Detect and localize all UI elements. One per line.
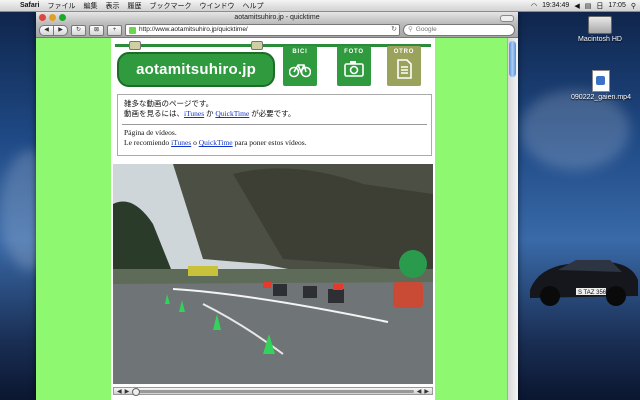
- es-text: para poner estos vídeos.: [232, 138, 307, 147]
- search-icon: ⚲: [408, 26, 413, 33]
- camera-icon: [344, 61, 364, 77]
- jp-text: 動画を見るには、: [124, 109, 184, 118]
- nav-foto[interactable]: FOTO: [333, 46, 375, 86]
- nav-label: OTRO: [393, 49, 415, 55]
- video-controls: ◀ ▶ ◀ ▶: [113, 387, 433, 396]
- plus-icon: +: [112, 26, 117, 33]
- search-field[interactable]: ⚲: [403, 24, 515, 36]
- spanish-notice: Página de vídeos. Le recomiendo iTunes o…: [124, 128, 307, 148]
- add-bookmark-button[interactable]: +: [107, 24, 122, 36]
- playhead[interactable]: [132, 387, 141, 396]
- es-line-1: Página de vídeos.: [124, 128, 177, 137]
- nav-label: FOTO: [344, 49, 364, 55]
- menu-file[interactable]: ファイル: [43, 1, 79, 11]
- snapback-button[interactable]: ⊠: [89, 24, 104, 36]
- site-logo-link[interactable]: aotamitsuhiro.jp: [117, 52, 275, 87]
- quicktime-link[interactable]: QuickTime: [215, 109, 249, 118]
- menu-history[interactable]: 履歴: [123, 1, 145, 11]
- itunes-link[interactable]: iTunes: [184, 109, 204, 118]
- site-favicon-icon: [129, 26, 136, 34]
- license-plate: S TAZ 356: [578, 290, 607, 296]
- progress-track[interactable]: [132, 387, 414, 396]
- rail-hook: [129, 41, 141, 50]
- page-content: aotamitsuhiro.jp BICI FOTO OTRO 雑多な動画のペー…: [111, 38, 435, 400]
- web-page: aotamitsuhiro.jp BICI FOTO OTRO 雑多な動画のペー…: [36, 38, 508, 400]
- itunes-link[interactable]: iTunes: [171, 138, 191, 147]
- es-text: Le recomiendo: [124, 138, 172, 147]
- wifi-icon[interactable]: ◠: [531, 2, 537, 10]
- play-icon[interactable]: ▶: [125, 388, 130, 395]
- jp-text: か: [204, 109, 216, 118]
- menu-window[interactable]: ウインドウ: [195, 1, 238, 11]
- menu-view[interactable]: 表示: [101, 1, 123, 11]
- forward-button[interactable]: ▶: [54, 24, 68, 36]
- rail-hook: [251, 41, 263, 50]
- back-button[interactable]: ◀: [39, 24, 54, 36]
- refresh-small-icon[interactable]: ↻: [391, 25, 399, 35]
- minimize-window-button[interactable]: [49, 14, 56, 21]
- divider: [122, 124, 427, 125]
- hard-drive-icon: [588, 16, 612, 34]
- forward-arrow-icon: ▶: [58, 26, 63, 33]
- menu-edit[interactable]: 編集: [79, 1, 101, 11]
- site-header: aotamitsuhiro.jp BICI FOTO OTRO: [111, 38, 435, 88]
- desktop-icon-label: Macintosh HD: [578, 36, 622, 43]
- window-title: aotamitsuhiro.jp - quicktime: [234, 14, 320, 21]
- back-arrow-icon: ◀: [44, 26, 49, 33]
- cloud: [520, 90, 630, 170]
- toolbar-toggle-button[interactable]: [500, 15, 514, 22]
- close-window-button[interactable]: [39, 14, 46, 21]
- vertical-scrollbar[interactable]: [507, 38, 518, 400]
- zoom-window-button[interactable]: [59, 14, 66, 21]
- race-video-still: [113, 164, 433, 384]
- jp-text: が必要です。: [249, 109, 296, 118]
- es-text: o: [191, 138, 199, 147]
- reload-button[interactable]: ↻: [71, 24, 86, 36]
- movie-file-icon: [592, 70, 610, 92]
- snapback-icon: ⊠: [93, 26, 100, 33]
- car-wallpaper: S TAZ 356: [530, 260, 638, 306]
- spotlight-icon[interactable]: ⚲: [631, 2, 636, 10]
- menu-help[interactable]: ヘルプ: [238, 1, 267, 11]
- title-bar[interactable]: aotamitsuhiro.jp - quicktime: [36, 12, 518, 23]
- fast-forward-icon[interactable]: ▶: [424, 388, 429, 395]
- safari-window: aotamitsuhiro.jp - quicktime ◀ ▶ ↻ ⊠ + ↻…: [36, 12, 518, 400]
- reload-icon: ↻: [75, 26, 82, 33]
- quicktime-link[interactable]: QuickTime: [199, 138, 233, 147]
- nav-label: BICI: [292, 49, 308, 55]
- nav-otro[interactable]: OTRO: [383, 46, 425, 86]
- menu-app-safari[interactable]: Safari: [16, 2, 43, 9]
- nav-bici[interactable]: BICI: [279, 46, 321, 86]
- url-input[interactable]: [139, 25, 389, 35]
- menu-bar: Safari ファイル 編集 表示 履歴 ブックマーク ウインドウ ヘルプ ◠ …: [0, 0, 640, 12]
- jp-line-1: 雑多な動画のページです。: [124, 99, 214, 108]
- es-line-2: Le recomiendo iTunes o QuickTime para po…: [124, 138, 307, 148]
- bicycle-icon: [289, 64, 311, 78]
- browser-toolbar: ◀ ▶ ↻ ⊠ + ↻ ⚲: [36, 23, 518, 38]
- search-input[interactable]: [415, 25, 514, 35]
- volume-icon[interactable]: ◀: [117, 388, 122, 395]
- address-bar[interactable]: ↻: [125, 24, 400, 36]
- japanese-notice: 雑多な動画のページです。 動画を見るには、iTunes か QuickTime …: [124, 99, 295, 119]
- desktop-icon-label: 090222_gaien.mp4: [571, 94, 631, 101]
- rewind-icon[interactable]: ◀: [417, 388, 422, 395]
- status-time: 19:34:49: [542, 2, 570, 9]
- video-frame[interactable]: [113, 164, 433, 384]
- clock-time[interactable]: 17:05: [608, 2, 626, 9]
- desktop-icon-macintosh-hd[interactable]: Macintosh HD: [570, 16, 630, 43]
- document-icon: [397, 59, 412, 79]
- info-box: 雑多な動画のページです。 動画を見るには、iTunes か QuickTime …: [117, 94, 432, 156]
- desktop-icon-video-file[interactable]: 090222_gaien.mp4: [571, 70, 631, 101]
- input-menu-icon[interactable]: ▤: [585, 2, 592, 10]
- clock-day[interactable]: 日: [596, 1, 603, 11]
- jp-line-2: 動画を見るには、iTunes か QuickTime が必要です。: [124, 109, 295, 119]
- menu-bookmarks[interactable]: ブックマーク: [145, 1, 195, 11]
- volume-icon[interactable]: ◀: [574, 2, 579, 10]
- scrollbar-thumb[interactable]: [509, 41, 516, 77]
